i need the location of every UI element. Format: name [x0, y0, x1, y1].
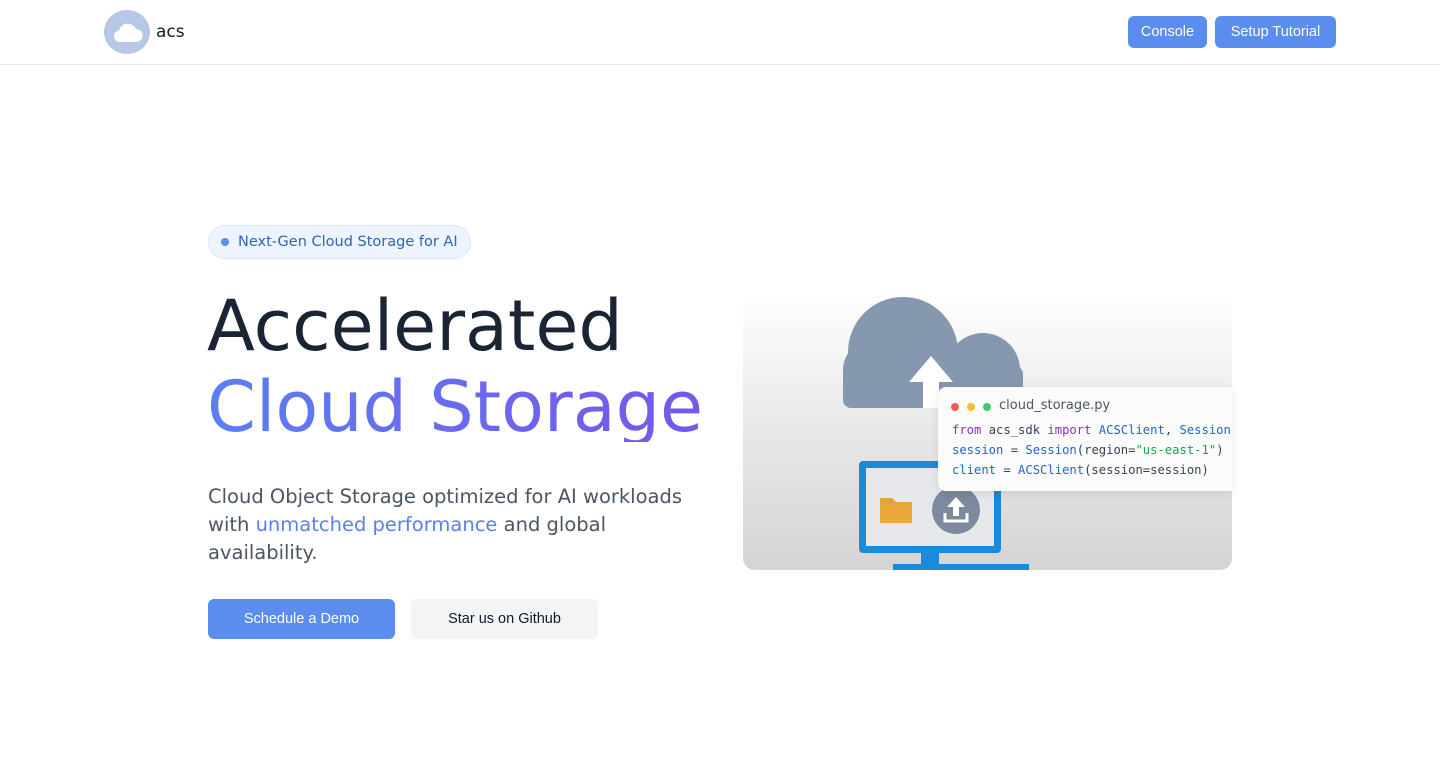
code-punct: ) [1216, 443, 1224, 457]
top-navigation-bar: acs Console Setup Tutorial [0, 0, 1440, 65]
schedule-demo-button[interactable]: Schedule a Demo [208, 599, 395, 639]
hero-badge: Next-Gen Cloud Storage for AI [208, 225, 471, 259]
code-args: (session=session) [1084, 463, 1209, 477]
hero-title-line2: Cloud Storage [207, 366, 704, 448]
github-star-button[interactable]: Star us on Github [411, 599, 598, 639]
code-class: ACSClient [1018, 463, 1085, 477]
badge-dot-icon [221, 238, 229, 246]
code-snippet-card: cloud_storage.py from acs_sdk import ACS… [938, 387, 1232, 491]
code-class: Session [1025, 443, 1077, 457]
code-args: (region= [1076, 443, 1136, 457]
badge-label: Next-Gen Cloud Storage for AI [238, 234, 458, 250]
code-class: Session [1179, 423, 1231, 437]
hero-subtitle: Cloud Object Storage optimized for AI wo… [208, 483, 708, 567]
code-keyword: import [1047, 423, 1092, 437]
code-variable: session [952, 443, 1004, 457]
maximize-dot-icon [983, 403, 991, 411]
code-keyword: from [952, 423, 982, 437]
upload-icon [932, 486, 980, 534]
brand-name: acs [156, 22, 185, 42]
close-dot-icon [951, 403, 959, 411]
code-punct: , [1164, 423, 1180, 437]
code-operator: = [996, 463, 1019, 477]
brand-logo[interactable]: acs [104, 10, 185, 54]
code-line-1: from acs_sdk import ACSClient, Session [952, 423, 1231, 437]
code-class: ACSClient [1091, 423, 1165, 437]
subtitle-highlight: unmatched performance [255, 513, 498, 536]
code-filename: cloud_storage.py [999, 398, 1111, 413]
setup-tutorial-button[interactable]: Setup Tutorial [1215, 16, 1336, 48]
minimize-dot-icon [967, 403, 975, 411]
cloud-icon [104, 10, 150, 54]
code-line-2: session = Session(region="us-east-1") [952, 443, 1224, 457]
code-module: acs_sdk [981, 423, 1048, 437]
code-line-3: client = ACSClient(session=session) [952, 463, 1209, 477]
console-button[interactable]: Console [1128, 16, 1207, 48]
window-controls [951, 403, 991, 411]
code-string: "us-east-1" [1135, 443, 1217, 457]
hero-title-line1: Accelerated [207, 285, 623, 367]
code-variable: client [952, 463, 997, 477]
code-operator: = [1003, 443, 1026, 457]
